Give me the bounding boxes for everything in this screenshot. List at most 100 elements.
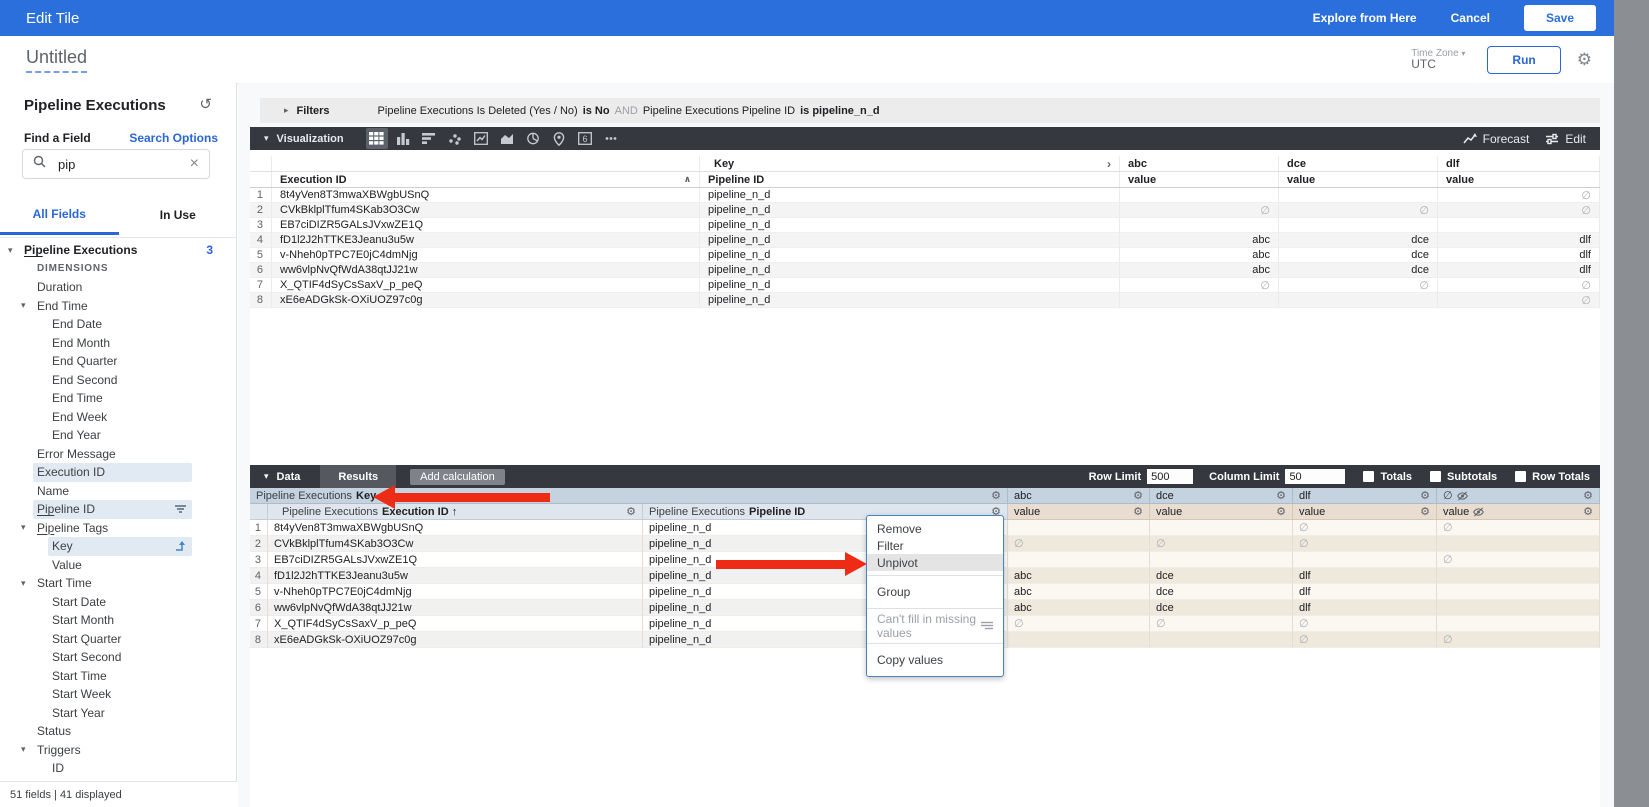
edit-viz-button[interactable]: Edit [1545, 132, 1586, 146]
cell-value[interactable] [1437, 584, 1600, 600]
results-pivot-header-dlf[interactable]: dlf⚙ [1293, 488, 1437, 504]
cell-pipeline-id[interactable]: pipeline_n_d [700, 293, 1120, 307]
cell-value[interactable]: dce [1279, 263, 1438, 277]
run-button[interactable]: Run [1487, 46, 1560, 74]
menu-item-unpivot[interactable]: Unpivot [867, 554, 1003, 571]
results-key-group-header[interactable]: Pipeline ExecutionsKey ›⚙ [250, 488, 1008, 504]
expand-caret-icon[interactable]: ▾ [21, 300, 26, 311]
value-header-gear-icon[interactable]: ⚙ [1420, 505, 1430, 518]
cell-execution-id[interactable]: CVkBklplTfum4SKab3O3Cw [272, 203, 700, 217]
clear-search-icon[interactable]: × [190, 155, 199, 173]
field-item-end-second[interactable]: End Second [0, 371, 237, 390]
pivot-group-header-key[interactable]: Key› [700, 156, 1120, 171]
map-chart-icon[interactable] [548, 128, 570, 149]
cell-value[interactable]: ∅ [1293, 616, 1437, 632]
cell-value[interactable] [1279, 218, 1438, 232]
cell-value[interactable]: ∅ [1437, 552, 1600, 568]
pivot-col-header[interactable]: dce [1279, 156, 1438, 171]
cell-pipeline-id[interactable]: pipeline_n_d [700, 203, 1120, 217]
cell-value[interactable] [1150, 632, 1293, 648]
value-header-gear-icon[interactable]: ⚙ [1276, 505, 1286, 518]
cell-value[interactable] [1437, 600, 1600, 616]
cell-execution-id[interactable]: v-Nheh0pTPC7E0jC4dmNjg [272, 248, 700, 262]
results-value-header[interactable]: value⚙ [1008, 504, 1150, 520]
cell-value[interactable] [1150, 520, 1293, 536]
value-header-gear-icon[interactable]: ⚙ [1583, 505, 1593, 518]
field-item-end-quarter[interactable]: End Quarter [0, 352, 237, 371]
filter-icon[interactable] [174, 504, 187, 514]
value-col-header[interactable]: value [1438, 172, 1600, 187]
cell-value[interactable] [1120, 218, 1279, 232]
cell-value[interactable]: ∅ [1279, 278, 1438, 292]
menu-item-filter[interactable]: Filter [867, 537, 1003, 554]
data-collapse-icon[interactable]: ▾ [264, 471, 269, 482]
results-pivot-header-dce[interactable]: dce⚙ [1150, 488, 1293, 504]
line-chart-icon[interactable] [470, 128, 492, 149]
column-header-execution-id[interactable]: Execution ID∧ [272, 172, 700, 187]
cell-value[interactable]: ∅ [1438, 278, 1600, 292]
cell-execution-id[interactable]: EB7ciDIZR5GALsJVxwZE1Q [272, 218, 700, 232]
pie-chart-icon[interactable] [522, 128, 544, 149]
pivot-header-gear-icon[interactable]: ⚙ [1420, 489, 1430, 502]
field-item-start-year[interactable]: Start Year [0, 704, 237, 723]
expand-caret-icon[interactable]: ▾ [21, 744, 26, 755]
field-item-start-time[interactable]: ▾Start Time [0, 574, 237, 593]
field-search-box[interactable]: × [22, 149, 210, 179]
cell-execution-id[interactable]: xE6eADGkSk-OXiUOZ97c0g [272, 293, 700, 307]
cell-value[interactable]: ∅ [1437, 520, 1600, 536]
area-chart-icon[interactable] [496, 128, 518, 149]
results-value-header[interactable]: value⚙ [1293, 504, 1437, 520]
history-icon[interactable]: ↺ [199, 95, 212, 113]
pivot-header-gear-icon[interactable]: ⚙ [1583, 489, 1593, 502]
explore-from-here-button[interactable]: Explore from Here [1313, 11, 1417, 25]
cell-value[interactable]: dce [1279, 233, 1438, 247]
cell-value[interactable] [1150, 552, 1293, 568]
value-col-header[interactable]: value [1120, 172, 1279, 187]
cell-value[interactable]: dlf [1293, 568, 1437, 584]
cell-value[interactable] [1008, 520, 1150, 536]
settings-gear-icon[interactable]: ⚙ [1577, 51, 1592, 68]
field-item-error-message[interactable]: Error Message [0, 445, 237, 464]
cell-execution-id[interactable]: ww6vlpNvQfWdA38qtJJ21w [268, 600, 643, 616]
tab-in-use[interactable]: In Use [119, 195, 238, 235]
cell-pipeline-id[interactable]: pipeline_n_d [700, 233, 1120, 247]
cell-execution-id[interactable]: CVkBklplTfum4SKab3O3Cw [268, 536, 643, 552]
pivot-icon[interactable] [174, 540, 187, 553]
cell-value[interactable]: abc [1120, 263, 1279, 277]
pivot-header-gear-icon[interactable]: ⚙ [1276, 489, 1286, 502]
cell-value[interactable]: ∅ [1438, 203, 1600, 217]
cell-value[interactable] [1008, 552, 1150, 568]
cell-pipeline-id[interactable]: pipeline_n_d [700, 263, 1120, 277]
pivot-col-header[interactable]: dlf [1438, 156, 1600, 171]
results-value-header[interactable]: value⚙ [1150, 504, 1293, 520]
field-item-triggers[interactable]: ▾Triggers [0, 741, 237, 760]
cell-pipeline-id[interactable]: pipeline_n_d [700, 278, 1120, 292]
cell-value[interactable]: dlf [1438, 233, 1600, 247]
field-item-start-week[interactable]: Start Week [0, 685, 237, 704]
cell-value[interactable]: dlf [1293, 600, 1437, 616]
cell-value[interactable]: ∅ [1120, 278, 1279, 292]
cell-value[interactable]: abc [1008, 584, 1150, 600]
cell-execution-id[interactable]: v-Nheh0pTPC7E0jC4dmNjg [268, 584, 643, 600]
cell-value[interactable]: dce [1150, 584, 1293, 600]
expand-caret-icon[interactable]: ▾ [8, 245, 13, 256]
field-item-end-month[interactable]: End Month [0, 334, 237, 353]
cell-value[interactable] [1437, 536, 1600, 552]
tile-name-input[interactable]: Untitled [26, 47, 87, 73]
execution-id-gear-icon[interactable]: ⚙ [626, 505, 636, 518]
field-item-end-time[interactable]: ▾End Time [0, 297, 237, 316]
cell-value[interactable]: ∅ [1008, 536, 1150, 552]
forecast-button[interactable]: Forecast [1463, 132, 1530, 146]
cell-value[interactable] [1293, 552, 1437, 568]
add-calculation-button[interactable]: Add calculation [410, 469, 505, 485]
results-pivot-header-null[interactable]: ∅⚙ [1437, 488, 1600, 504]
row-limit-input[interactable] [1147, 469, 1193, 484]
scatter-chart-icon[interactable] [444, 128, 466, 149]
cell-value[interactable] [1008, 632, 1150, 648]
field-search-input[interactable] [56, 156, 180, 173]
more-charts-icon[interactable] [600, 128, 622, 149]
pivot-col-header[interactable]: abc [1120, 156, 1279, 171]
cell-execution-id[interactable]: fD1l2J2hTTKE3Jeanu3u5w [272, 233, 700, 247]
cell-pipeline-id[interactable]: pipeline_n_d [700, 188, 1120, 202]
cell-value[interactable] [1279, 293, 1438, 307]
